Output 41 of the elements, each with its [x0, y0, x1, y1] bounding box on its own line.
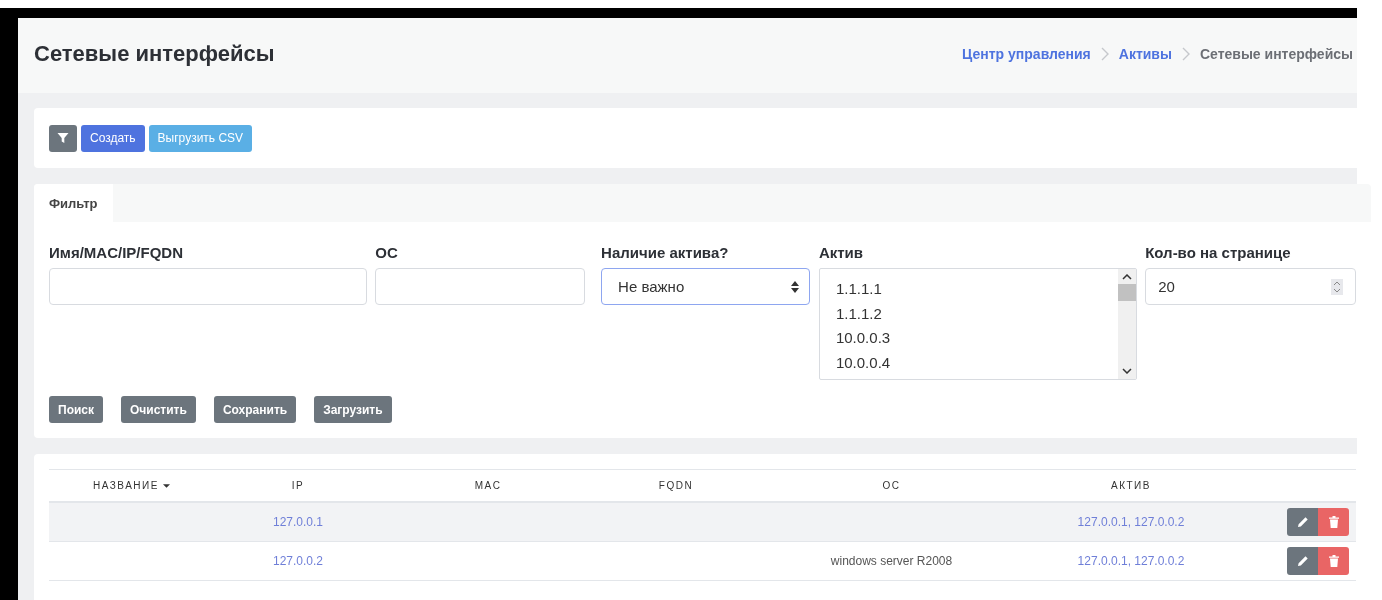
field-label: Наличие актива? — [601, 244, 730, 262]
field-label: Имя/MAC/IP/FQDN — [49, 244, 184, 262]
filter-action-button[interactable]: Очистить — [121, 396, 196, 423]
page-title: Сетевые интерфейсы — [34, 40, 275, 67]
delete-button[interactable] — [1318, 508, 1349, 536]
input-field[interactable] — [49, 268, 368, 305]
pencil-icon — [1296, 516, 1309, 528]
field-label: Кол-во на странице — [1145, 244, 1292, 262]
field-label: Актив — [818, 244, 865, 262]
chevron-right-icon — [1100, 46, 1109, 61]
spinner-arrows-icon[interactable] — [1331, 278, 1343, 295]
delete-button[interactable] — [1318, 547, 1349, 575]
table-link[interactable]: 127.0.0.1, 127.0.0.2 — [1077, 554, 1185, 568]
table-link[interactable]: 127.0.0.1, 127.0.0.2 — [1077, 515, 1185, 529]
pencil-icon — [1296, 555, 1309, 567]
edit-button[interactable] — [1287, 547, 1318, 575]
table-cell: windows server R2008 — [830, 554, 953, 568]
number-field[interactable]: 20 — [1145, 268, 1356, 305]
filter-tab[interactable]: Фильтр — [34, 184, 113, 222]
caret-down-icon — [162, 484, 170, 489]
chevron-right-icon — [1181, 46, 1190, 61]
select-field[interactable]: Не важно — [601, 268, 810, 305]
trash-icon — [1328, 516, 1339, 528]
breadcrumb-link[interactable]: Центр управления — [962, 45, 1091, 62]
filter-action-button[interactable]: Поиск — [49, 396, 103, 423]
table-link[interactable]: 127.0.0.1 — [272, 515, 323, 529]
filter-button[interactable] — [49, 124, 77, 152]
edit-button[interactable] — [1287, 508, 1318, 536]
list-box[interactable]: 1.1.1.1 1.1.1.2 10.0.0.3 10.0.0.4 — [818, 268, 1138, 380]
breadcrumb-current: Сетевые интерфейсы — [1199, 45, 1353, 62]
funnel-icon — [57, 132, 69, 144]
trash-icon — [1328, 555, 1339, 567]
input-field[interactable] — [375, 268, 586, 305]
filter-action-button[interactable]: Сохранить — [213, 396, 297, 423]
export-csv-button[interactable]: Выгрузить CSV — [148, 124, 253, 152]
sort-arrows-icon — [790, 280, 799, 293]
table-link[interactable]: 127.0.0.2 — [272, 554, 323, 568]
filter-action-button[interactable]: Загрузить — [314, 396, 392, 423]
breadcrumb-link[interactable]: Активы — [1118, 45, 1172, 62]
field-label: ОС — [375, 244, 399, 262]
create-button[interactable]: Создать — [81, 124, 145, 152]
